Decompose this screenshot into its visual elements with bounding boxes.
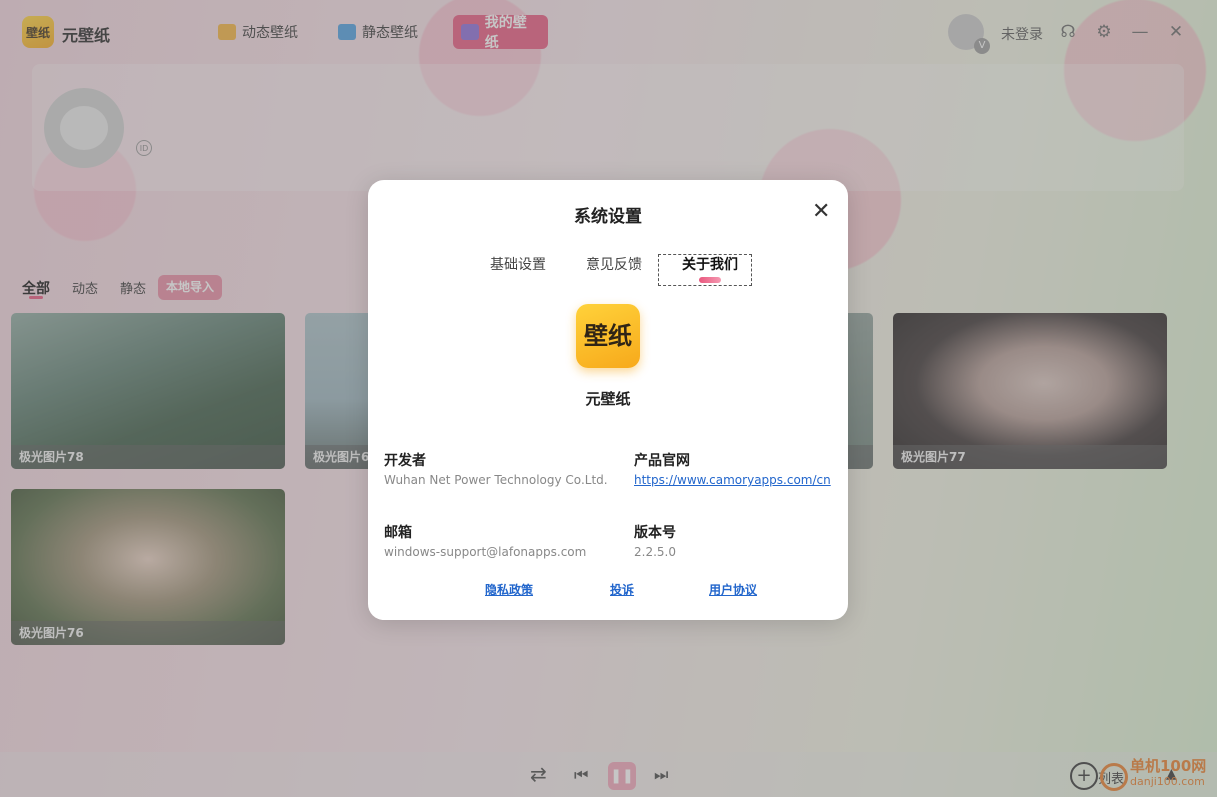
developer-label: 开发者 bbox=[384, 453, 426, 469]
version-value: 2.2.5.0 bbox=[634, 545, 676, 559]
privacy-policy-link[interactable]: 隐私政策 bbox=[485, 581, 533, 598]
settings-dialog: 系统设置 ✕ 基础设置 意见反馈 关于我们 壁纸 元壁纸 开发者 Wuhan N… bbox=[368, 180, 848, 620]
website-label: 产品官网 bbox=[634, 453, 690, 469]
tab-about-us[interactable]: 关于我们 bbox=[682, 254, 738, 274]
about-app-logo: 壁纸 bbox=[576, 304, 640, 368]
complaint-link[interactable]: 投诉 bbox=[610, 581, 634, 598]
version-label: 版本号 bbox=[634, 525, 676, 541]
developer-value: Wuhan Net Power Technology Co.Ltd. bbox=[384, 473, 608, 487]
tab-feedback[interactable]: 意见反馈 bbox=[586, 254, 642, 274]
email-value: windows-support@lafonapps.com bbox=[384, 545, 587, 559]
email-label: 邮箱 bbox=[384, 525, 412, 541]
close-icon[interactable]: ✕ bbox=[812, 201, 830, 223]
user-agreement-link[interactable]: 用户协议 bbox=[709, 581, 757, 598]
website-link[interactable]: https://www.camoryapps.com/cn bbox=[634, 473, 831, 487]
about-app-name: 元壁纸 bbox=[585, 390, 631, 408]
dialog-title: 系统设置 bbox=[574, 207, 642, 227]
tab-active-indicator bbox=[699, 277, 721, 283]
tab-basic-settings[interactable]: 基础设置 bbox=[490, 254, 546, 274]
